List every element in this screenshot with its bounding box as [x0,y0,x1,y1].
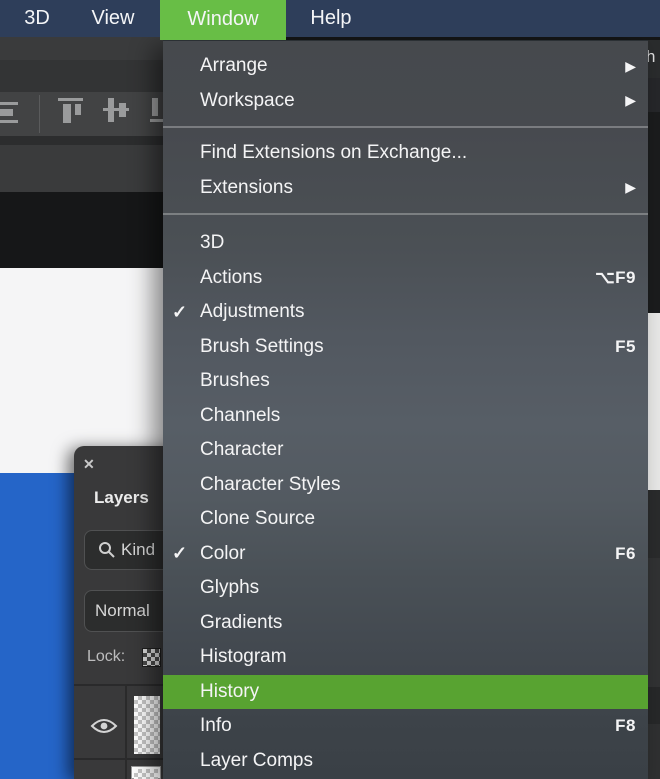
shortcut-label: ⌥F9 [595,268,636,288]
menu-separator [163,213,648,215]
menu-item-label: Glyphs [200,577,636,599]
menu-section-arrange: Arrange ▶ Workspace ▶ [163,41,648,118]
layer-thumbnail-selected[interactable] [131,766,161,779]
clipped-right-band-3 [646,490,660,558]
menu-item-color[interactable]: ✓ColorF6 [163,537,648,572]
layer-list-column-divider [125,686,127,779]
menu-item-label: Histogram [200,646,636,668]
shortcut-label: F6 [615,544,636,564]
menu-bar: 3D View Window Help [0,0,660,37]
checkmark-icon: ✓ [163,302,200,323]
toolbar-upper-strip [0,37,163,60]
checkmark-icon: ✓ [163,543,200,564]
menu-item-label: Arrange [200,55,617,77]
clipped-right-band-1 [646,78,660,112]
menu-item-history[interactable]: History [163,675,648,710]
menubar-item-view[interactable]: View [78,0,148,37]
shortcut-label: F5 [615,337,636,357]
menubar-item-window[interactable]: Window [160,0,286,40]
menu-section-extensions: Find Extensions on Exchange... Extensions… [163,136,648,205]
menubar-item-help[interactable]: Help [298,0,364,37]
menu-item-character-styles[interactable]: Character Styles [163,468,648,503]
menu-item-layer-comps[interactable]: Layer Comps [163,744,648,779]
shortcut-label: F8 [615,716,636,736]
menu-item-channels[interactable]: Channels [163,399,648,434]
menu-item-actions[interactable]: Actions⌥F9 [163,261,648,296]
menu-item-label: Brushes [200,370,636,392]
lock-label: Lock: [87,648,125,666]
submenu-arrow-icon: ▶ [625,179,636,196]
clipped-right-band-4 [646,558,660,687]
clipped-right-band-6 [646,724,660,779]
menu-item-brush-settings[interactable]: Brush SettingsF5 [163,330,648,365]
toolbar-gap-strip [0,60,163,92]
menu-item-extensions[interactable]: Extensions ▶ [163,171,648,206]
options-divider [39,95,40,133]
menu-item-find-extensions-on-exchange[interactable]: Find Extensions on Exchange... [163,136,648,171]
menu-item-label: Brush Settings [200,336,615,358]
menubar-item-3d[interactable]: 3D [14,0,60,37]
menu-item-label: Find Extensions on Exchange... [200,142,636,164]
menu-item-label: Extensions [200,177,617,199]
menu-item-label: Actions [200,267,595,289]
layer-thumbnail[interactable] [134,696,160,754]
menu-item-label: Character Styles [200,474,636,496]
eye-visibility-icon[interactable] [90,717,118,735]
menu-item-label: Clone Source [200,508,636,530]
clipped-right-white-panel [646,313,660,490]
menu-item-label: 3D [200,232,636,254]
search-icon [98,541,116,559]
close-icon[interactable]: ✕ [83,456,95,473]
menu-item-3d[interactable]: 3D [163,226,648,261]
menu-item-workspace[interactable]: Workspace ▶ [163,84,648,119]
menu-item-label: Color [200,543,615,565]
menu-item-arrange[interactable]: Arrange ▶ [163,49,648,84]
menu-item-clone-source[interactable]: Clone Source [163,502,648,537]
canvas-white-area [0,268,163,473]
menu-item-label: Info [200,715,615,737]
lock-transparency-icon[interactable] [142,648,161,667]
menu-item-label: Gradients [200,612,636,634]
menu-item-glyphs[interactable]: Glyphs [163,571,648,606]
submenu-arrow-icon: ▶ [625,92,636,109]
document-tab[interactable]: (Rectangle 2, RG [0,145,163,192]
clipped-right-band-2 [646,112,660,313]
window-menu-dropdown: Arrange ▶ Workspace ▶ Find Extensions on Ex… [163,40,648,779]
menu-item-label: Adjustments [200,301,636,323]
filter-kind-value: Kind [121,540,155,560]
blend-mode-value: Normal [95,601,150,621]
tab-bar-seam [0,136,163,145]
options-bar [0,92,163,136]
menu-item-adjustments[interactable]: ✓Adjustments [163,295,648,330]
clipped-right-panel: h [646,40,660,78]
menu-item-label: Workspace [200,90,617,112]
menu-separator [163,126,648,128]
pasteboard [0,192,163,268]
menu-section-panels: 3DActions⌥F9✓AdjustmentsBrush SettingsF5… [163,223,648,778]
clipped-right-band-5 [646,687,660,724]
menu-item-info[interactable]: InfoF8 [163,709,648,744]
menu-item-label: Layer Comps [200,750,636,772]
layers-panel-title: Layers [94,488,149,508]
menu-item-label: Channels [200,405,636,427]
submenu-arrow-icon: ▶ [625,58,636,75]
menu-item-histogram[interactable]: Histogram [163,640,648,675]
photoshop-window: (Rectangle 2, RG h ✕ Layers Kind Normal … [0,0,660,779]
menu-item-label: History [200,681,636,703]
menu-item-character[interactable]: Character [163,433,648,468]
menu-item-brushes[interactable]: Brushes [163,364,648,399]
menu-item-label: Character [200,439,636,461]
menu-item-gradients[interactable]: Gradients [163,606,648,641]
